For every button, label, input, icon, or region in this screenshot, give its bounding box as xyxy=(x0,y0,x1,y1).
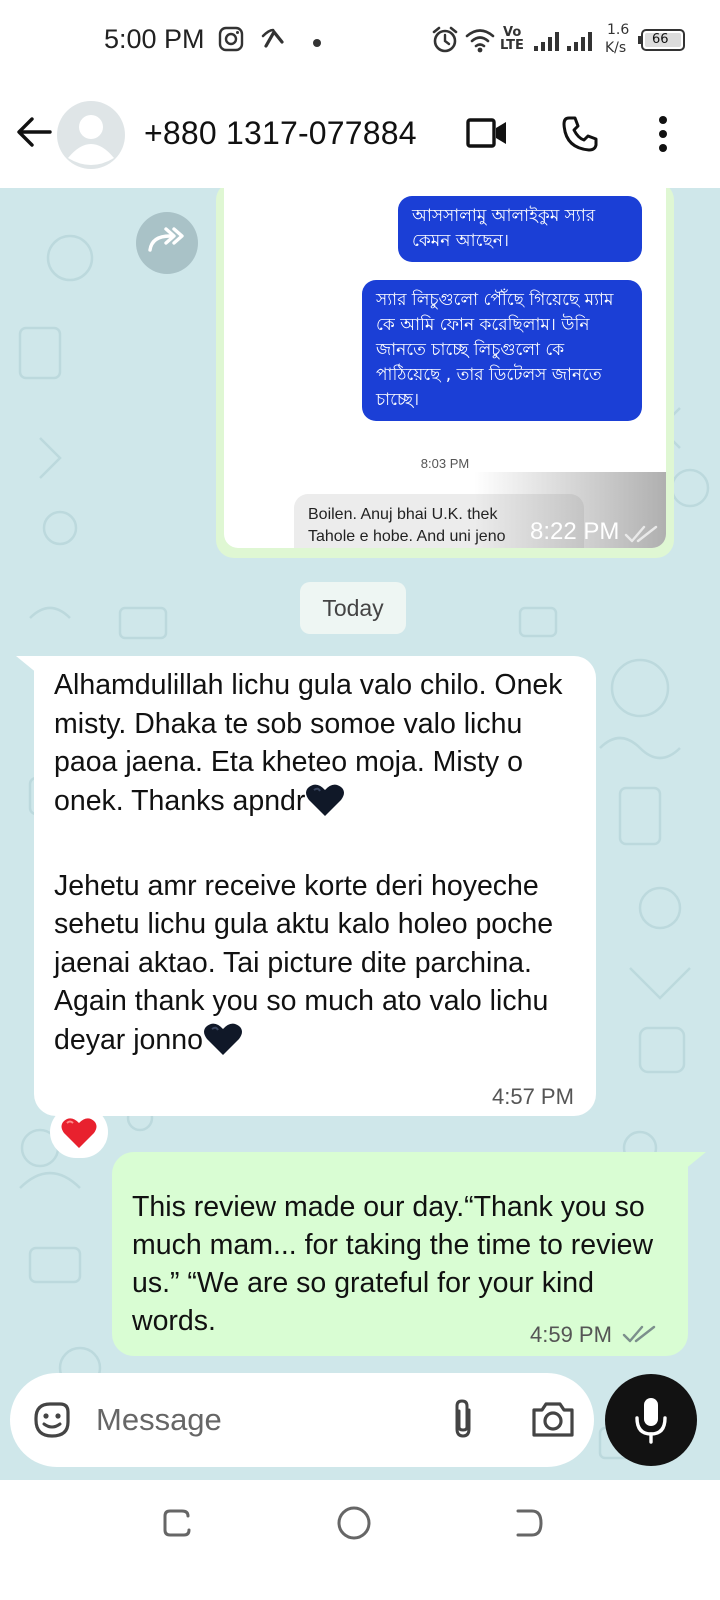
wifi-icon xyxy=(464,26,496,59)
date-divider: Today xyxy=(300,582,406,634)
camera-icon[interactable] xyxy=(530,1398,576,1445)
sms-bubble-2: স্যার লিচুগুলো পৌঁছে গিয়েছে ম্যাম কে আম… xyxy=(362,280,642,421)
mic-button[interactable] xyxy=(605,1374,697,1466)
incoming-para-2: Jehetu amr receive korte deri hoyeche se… xyxy=(54,869,554,1056)
forward-icon xyxy=(148,227,184,252)
more-vert-icon[interactable] xyxy=(656,114,670,159)
outgoing-tail xyxy=(684,1152,706,1170)
video-call-icon[interactable] xyxy=(466,116,508,155)
chat-area[interactable]: আসসালামু আলাইকুম স্যার কেমন আছেন। স্যার … xyxy=(0,188,720,1480)
reaction-badge[interactable] xyxy=(50,1106,108,1158)
screenshot-image: আসসালামু আলাইকুম স্যার কেমন আছেন। স্যার … xyxy=(224,188,666,548)
sms-bubble-1: আসসালামু আলাইকুম স্যার কেমন আছেন। xyxy=(398,196,642,262)
forward-button[interactable] xyxy=(136,212,198,274)
sticker-icon[interactable] xyxy=(30,1398,74,1447)
instagram-icon xyxy=(218,26,244,57)
contact-name[interactable]: +880 1317-077884 xyxy=(144,115,417,152)
sms-time: 8:03 PM xyxy=(420,456,470,471)
avatar-icon[interactable] xyxy=(56,100,126,175)
double-check-icon xyxy=(622,1324,656,1349)
outgoing-message-text: This review made our day.“Thank you so m… xyxy=(132,1191,654,1337)
status-bar: 5:00 PM Vo LTE 1.6 K/s 66 xyxy=(0,0,720,80)
net-speed-unit: K/s xyxy=(605,40,627,56)
volte-bottom: LTE xyxy=(500,38,524,53)
double-check-icon xyxy=(624,524,658,549)
signal-bars-icon xyxy=(534,30,596,57)
incoming-message-text: Alhamdulillah lichu gula valo chilo. One… xyxy=(54,666,584,1067)
outgoing-time: 4:59 PM xyxy=(530,1322,612,1347)
alarm-icon xyxy=(430,25,460,60)
system-nav-bar xyxy=(0,1480,720,1600)
net-speed-value: 1.6 xyxy=(607,22,630,38)
phone-icon[interactable] xyxy=(560,114,600,159)
status-time: 5:00 PM xyxy=(104,24,205,54)
back-arrow-icon[interactable] xyxy=(14,112,54,152)
incoming-time: 4:57 PM xyxy=(492,1084,574,1109)
home-icon[interactable] xyxy=(335,1504,373,1547)
attach-icon[interactable] xyxy=(448,1396,478,1447)
signal-app-icon xyxy=(260,26,288,57)
black-heart-icon xyxy=(203,1021,243,1068)
dot-icon xyxy=(312,35,322,53)
recent-apps-icon[interactable] xyxy=(160,1506,194,1545)
message-input[interactable]: Message xyxy=(96,1402,222,1438)
mic-icon xyxy=(635,1398,667,1444)
image-message[interactable]: আসসালামু আলাইকুম স্যার কেমন আছেন। স্যার … xyxy=(216,188,674,558)
back-icon[interactable] xyxy=(512,1506,546,1545)
black-heart-icon xyxy=(305,782,345,829)
red-heart-icon xyxy=(61,1118,97,1148)
battery-level: 66 xyxy=(652,32,669,47)
image-time: 8:22 PM xyxy=(530,518,620,545)
